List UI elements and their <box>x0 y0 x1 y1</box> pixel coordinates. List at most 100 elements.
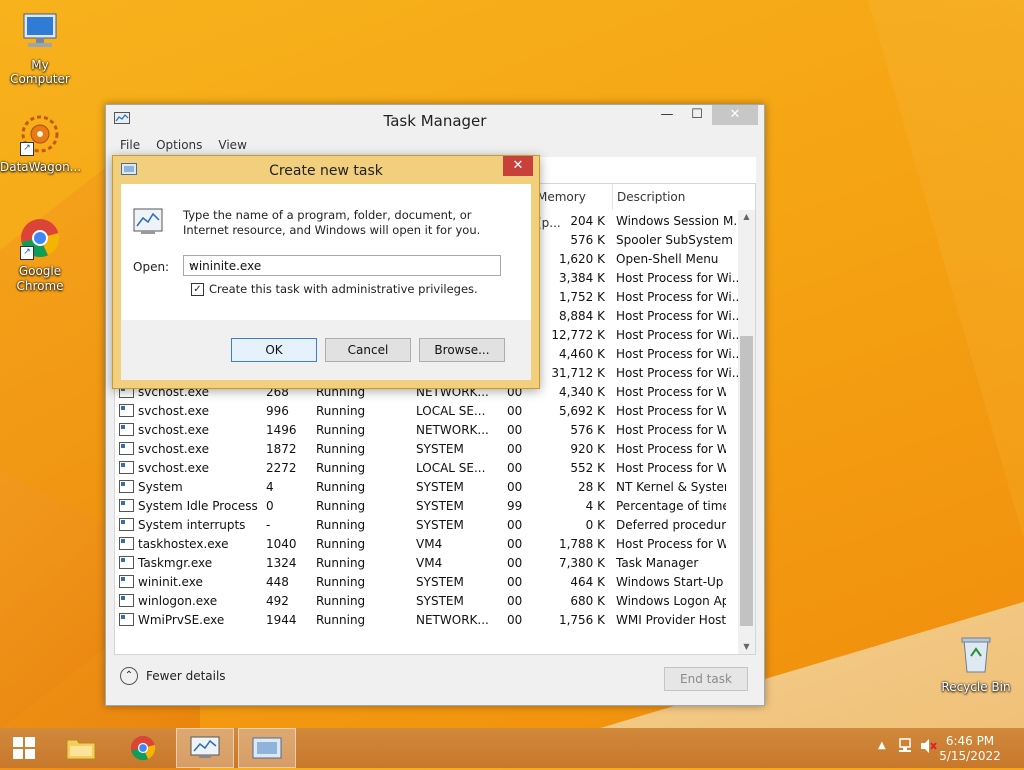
cell-user: VM4 <box>416 537 443 551</box>
cell-description: NT Kernel & System <box>616 480 726 494</box>
cell-memory: 5,692 K <box>558 404 605 418</box>
checkbox-check-icon[interactable]: ✓ <box>191 282 204 296</box>
cell-memory: 552 K <box>570 461 605 475</box>
wallpaper-shape <box>868 0 1024 560</box>
desktop-icon-label: My Computer <box>10 58 70 86</box>
cell-cpu: 00 <box>507 613 523 627</box>
cell-pid: 492 <box>266 594 289 608</box>
maximize-button[interactable]: ☐ <box>682 105 712 125</box>
process-name: svchost.exe <box>138 442 209 456</box>
process-icon <box>119 404 134 417</box>
cell-user: SYSTEM <box>416 442 464 456</box>
dialog-button-bar: OK Cancel Browse... <box>121 320 531 380</box>
table-row[interactable]: System Idle Process 0 Running SYSTEM 99 4 K Pe… <box>115 497 743 516</box>
admin-privileges-checkbox[interactable]: ✓ Create this task with administrative p… <box>191 282 478 296</box>
cell-user: LOCAL SE... <box>416 404 486 418</box>
shortcut-arrow-icon: ↗ <box>20 246 34 260</box>
desktop-icon-recycle-bin[interactable]: Recycle Bin <box>936 632 1016 694</box>
cell-name: System <box>119 478 259 497</box>
menu-file[interactable]: File <box>120 138 140 152</box>
cell-user: SYSTEM <box>416 480 464 494</box>
network-icon[interactable] <box>898 737 914 758</box>
process-icon <box>119 442 134 455</box>
cell-name: wininit.exe <box>119 573 259 592</box>
cancel-button[interactable]: Cancel <box>325 338 411 362</box>
cell-memory: 0 K <box>585 518 605 532</box>
close-button[interactable]: ✕ <box>712 105 758 125</box>
cell-description: Host Process for Wi... <box>616 537 726 551</box>
table-row[interactable]: svchost.exe 1872 Running SYSTEM 00 920 K Host … <box>115 440 743 459</box>
cell-user: SYSTEM <box>416 594 464 608</box>
cell-pid: 1944 <box>266 613 297 627</box>
process-icon <box>119 575 134 588</box>
start-button[interactable] <box>0 728 48 768</box>
taskbar-chrome[interactable] <box>114 728 172 768</box>
chrome-icon <box>130 735 156 761</box>
cell-status: Running <box>316 499 366 513</box>
cell-cpu: 00 <box>507 442 523 456</box>
cell-status: Running <box>316 537 366 551</box>
minimize-button[interactable]: — <box>652 105 682 125</box>
cell-description: Host Process for Wi... <box>616 423 726 437</box>
table-row[interactable]: svchost.exe 1496 Running NETWORK... 00 576 K H… <box>115 421 743 440</box>
column-header-description[interactable]: Description <box>613 184 743 210</box>
fewer-details-button[interactable]: ⌃ Fewer details <box>120 667 226 685</box>
open-combobox[interactable]: wininite.exe ⌄ <box>183 255 501 276</box>
dialog-title-bar[interactable]: Create new task ✕ <box>113 156 539 184</box>
taskbar-run-dialog[interactable] <box>238 728 296 768</box>
cell-memory: 1,788 K <box>558 537 605 551</box>
browse-button[interactable]: Browse... <box>419 338 505 362</box>
open-label: Open: <box>133 260 170 274</box>
vertical-scrollbar[interactable]: ▲ ▼ <box>738 210 755 654</box>
scroll-thumb[interactable] <box>740 336 753 626</box>
process-icon <box>119 537 134 550</box>
cell-status: Running <box>316 404 366 418</box>
table-row[interactable]: svchost.exe 996 Running LOCAL SE... 00 5,692 … <box>115 402 743 421</box>
process-name: wininit.exe <box>138 575 203 589</box>
clock[interactable]: 6:46 PM 5/15/2022 <box>930 734 1010 764</box>
scroll-down-arrow-icon[interactable]: ▼ <box>738 640 755 654</box>
desktop-icon-my-computer[interactable]: My Computer <box>0 10 80 86</box>
process-name: taskhostex.exe <box>138 537 229 551</box>
cell-memory: 576 K <box>570 233 605 247</box>
cell-memory: 464 K <box>570 575 605 589</box>
computer-icon <box>18 10 62 54</box>
scroll-up-arrow-icon[interactable]: ▲ <box>738 210 755 224</box>
cell-description: Host Process for Wi... <box>616 385 726 399</box>
table-row[interactable]: System 4 Running SYSTEM 00 28 K NT Kernel & Sy… <box>115 478 743 497</box>
table-row[interactable]: Taskmgr.exe 1324 Running VM4 00 7,380 K Task M… <box>115 554 743 573</box>
cell-description: Host Process for Wi... <box>616 461 726 475</box>
desktop-icon-datawagon[interactable]: ↗ DataWagon... <box>0 112 81 174</box>
cell-description: Windows Session M... <box>616 214 741 228</box>
table-row[interactable]: wininit.exe 448 Running SYSTEM 00 464 K Window… <box>115 573 743 592</box>
menu-options[interactable]: Options <box>156 138 202 152</box>
title-bar[interactable]: Task Manager — ☐ ✕ <box>106 105 764 135</box>
column-header-memory[interactable]: Memory (p... <box>533 184 613 230</box>
dialog-close-button[interactable]: ✕ <box>503 156 533 176</box>
taskbar-task-manager[interactable] <box>176 728 234 768</box>
cell-description: WMI Provider Host <box>616 613 726 627</box>
table-row[interactable]: WmiPrvSE.exe 1944 Running NETWORK... 00 1,756… <box>115 611 743 630</box>
show-hidden-icons-icon[interactable]: ▲ <box>878 740 886 751</box>
table-row[interactable]: svchost.exe 2272 Running LOCAL SE... 00 552 K… <box>115 459 743 478</box>
cell-pid: 2272 <box>266 461 297 475</box>
end-task-button[interactable]: End task <box>664 667 748 691</box>
menu-view[interactable]: View <box>218 138 246 152</box>
process-icon <box>119 613 134 626</box>
cell-memory: 8,884 K <box>558 309 605 323</box>
taskbar-file-explorer[interactable] <box>52 728 110 768</box>
chevron-up-icon: ⌃ <box>120 667 138 685</box>
cell-memory: 1,620 K <box>558 252 605 266</box>
table-row[interactable]: System interrupts - Running SYSTEM 00 0 K Defe… <box>115 516 743 535</box>
desktop-icon-google-chrome[interactable]: ↗ Google Chrome <box>0 216 80 294</box>
table-row[interactable]: winlogon.exe 492 Running SYSTEM 00 680 K Windo… <box>115 592 743 611</box>
cell-name: WmiPrvSE.exe <box>119 611 259 630</box>
chevron-down-icon[interactable]: ⌄ <box>189 259 496 269</box>
cell-memory: 204 K <box>570 214 605 228</box>
ok-button[interactable]: OK <box>231 338 317 362</box>
cell-memory: 1,756 K <box>558 613 605 627</box>
process-name: svchost.exe <box>138 423 209 437</box>
cell-cpu: 00 <box>507 404 523 418</box>
table-row[interactable]: taskhostex.exe 1040 Running VM4 00 1,788 K Hos… <box>115 535 743 554</box>
cell-description: Host Process for Wi... <box>616 366 741 380</box>
